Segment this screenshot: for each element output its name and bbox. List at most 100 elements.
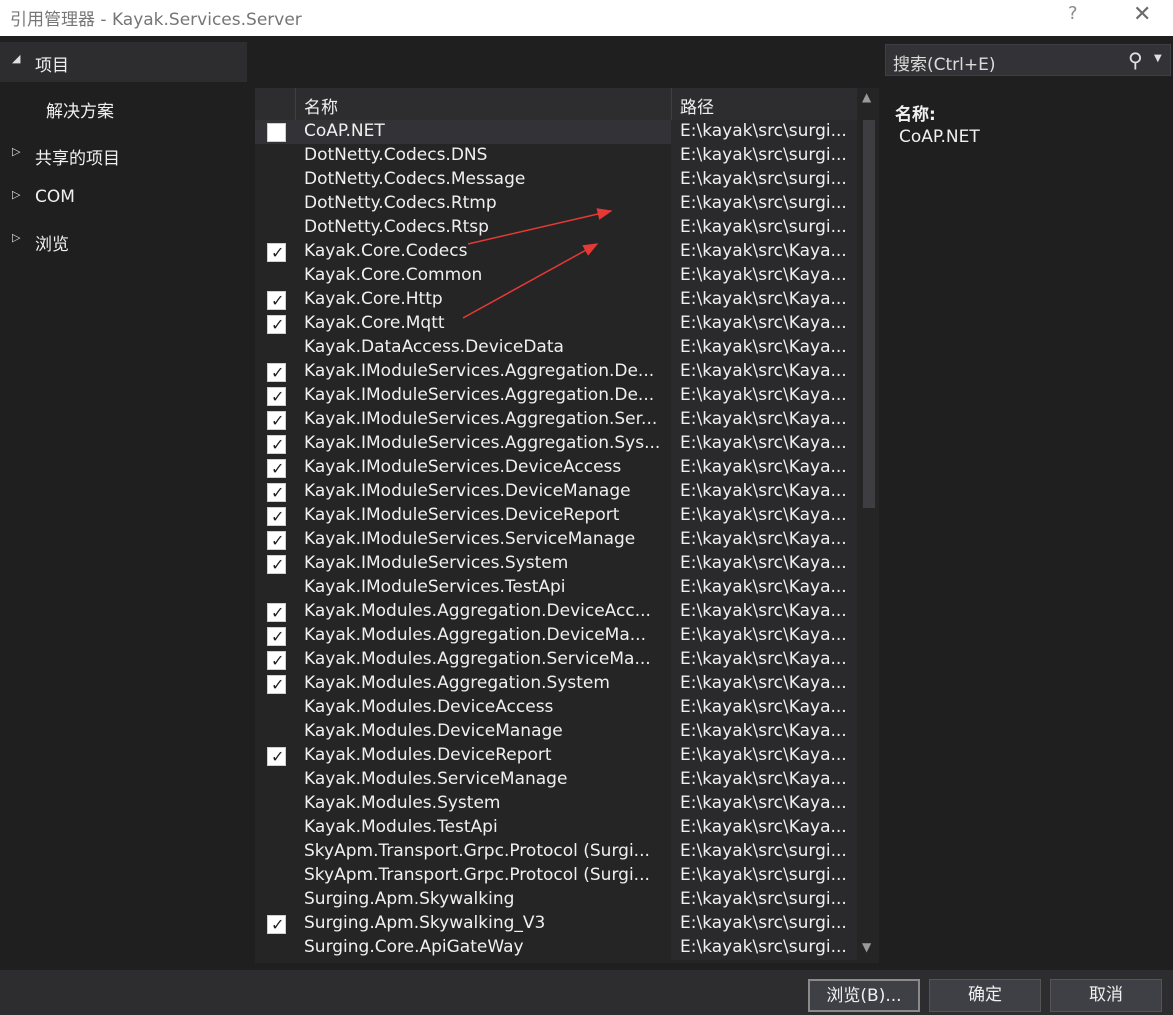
checkmark-icon: ✓: [271, 507, 285, 526]
checkmark-icon: ✓: [271, 603, 285, 622]
reference-path: E:\kayak\src\Kaya...: [680, 721, 847, 741]
column-header-path[interactable]: 路径: [680, 93, 714, 118]
help-icon[interactable]: ?: [1068, 3, 1078, 24]
column-header-name[interactable]: 名称: [304, 93, 338, 118]
scroll-down-icon[interactable]: ▼: [862, 940, 871, 954]
reference-checkbox[interactable]: ✓: [267, 291, 286, 310]
scrollbar-thumb[interactable]: [863, 120, 875, 508]
reference-checkbox[interactable]: ✓: [267, 411, 286, 430]
cancel-button[interactable]: 取消: [1050, 979, 1162, 1012]
nav-item-solution[interactable]: 解决方案: [0, 88, 247, 128]
checkmark-icon: ✓: [271, 387, 285, 406]
list-item[interactable]: ✓Kayak.Core.CommonE:\kayak\src\Kaya...: [255, 264, 857, 288]
list-item[interactable]: ✓ Kayak.IModuleServices.DeviceAccess E:\ka…: [255, 456, 857, 480]
list-item[interactable]: ✓Surging.Apm.SkywalkingE:\kayak\src\surg…: [255, 888, 857, 912]
list-item[interactable]: ✓Kayak.Modules.TestApiE:\kayak\src\Kaya.…: [255, 816, 857, 840]
reference-path-cell: E:\kayak\src\Kaya...: [671, 648, 857, 672]
title-bar: 引用管理器 - Kayak.Services.Server ? ✕: [0, 0, 1173, 36]
list-item[interactable]: ✓ CoAP.NET E:\kayak\src\surgi...: [255, 120, 857, 144]
reference-checkbox[interactable]: ✓: [267, 459, 286, 478]
reference-path: E:\kayak\src\Kaya...: [680, 457, 847, 477]
list-item[interactable]: ✓SkyApm.Transport.Grpc.Protocol (Surgi..…: [255, 840, 857, 864]
reference-checkbox[interactable]: ✓: [267, 123, 286, 142]
reference-checkbox[interactable]: ✓: [267, 363, 286, 382]
reference-checkbox[interactable]: ✓: [267, 531, 286, 550]
browse-button[interactable]: 浏览(B)...: [808, 979, 920, 1012]
reference-checkbox[interactable]: ✓: [267, 747, 286, 766]
reference-checkbox[interactable]: ✓: [267, 243, 286, 262]
list-item[interactable]: ✓ Kayak.IModuleServices.Aggregation.Ser..…: [255, 408, 857, 432]
reference-name: Kayak.IModuleServices.DeviceAccess: [304, 457, 622, 477]
list-item[interactable]: ✓ Kayak.IModuleServices.Aggregation.Sys..…: [255, 432, 857, 456]
list-item[interactable]: ✓ Kayak.Modules.Aggregation.System E:\kaya…: [255, 672, 857, 696]
list-item[interactable]: ✓Kayak.Modules.ServiceManageE:\kayak\src…: [255, 768, 857, 792]
reference-name: Kayak.Core.Codecs: [304, 241, 468, 261]
nav-item-projects[interactable]: ◢ 项目: [0, 42, 247, 82]
close-icon[interactable]: ✕: [1133, 2, 1151, 27]
vertical-scrollbar[interactable]: ▲ ▼: [857, 88, 879, 963]
reference-path-cell: E:\kayak\src\surgi...: [671, 168, 857, 192]
search-icon[interactable]: ⚲: [1128, 48, 1143, 72]
list-item[interactable]: ✓ Kayak.Modules.DeviceReport E:\kayak\src\…: [255, 744, 857, 768]
dropdown-arrow-icon[interactable]: ▼: [1154, 53, 1162, 64]
nav-item-label: COM: [35, 187, 75, 207]
list-item[interactable]: ✓ Surging.Apm.Skywalking_V3 E:\kayak\src\s…: [255, 912, 857, 936]
reference-checkbox[interactable]: ✓: [267, 507, 286, 526]
reference-path-cell: E:\kayak\src\Kaya...: [671, 264, 857, 288]
reference-checkbox[interactable]: ✓: [267, 387, 286, 406]
checkmark-icon: ✓: [271, 651, 285, 670]
list-item[interactable]: ✓ Kayak.Modules.Aggregation.DeviceMa... E:…: [255, 624, 857, 648]
list-item[interactable]: ✓DotNetty.Codecs.MessageE:\kayak\src\sur…: [255, 168, 857, 192]
reference-path: E:\kayak\src\surgi...: [680, 865, 847, 885]
list-rows: ✓CoAP.NETE:\kayak\src\surgi...✓DotNetty.…: [255, 120, 857, 960]
ok-button[interactable]: 确定: [929, 979, 1041, 1012]
reference-path-cell: E:\kayak\src\surgi...: [671, 864, 857, 888]
list-item[interactable]: ✓Kayak.DataAccess.DeviceDataE:\kayak\src…: [255, 336, 857, 360]
reference-checkbox[interactable]: ✓: [267, 627, 286, 646]
scroll-up-icon[interactable]: ▲: [862, 90, 871, 104]
list-item[interactable]: ✓Kayak.IModuleServices.TestApiE:\kayak\s…: [255, 576, 857, 600]
list-item[interactable]: ✓ Kayak.IModuleServices.System E:\kayak\sr…: [255, 552, 857, 576]
list-item[interactable]: ✓DotNetty.Codecs.DNSE:\kayak\src\surgi..…: [255, 144, 857, 168]
reference-checkbox[interactable]: ✓: [267, 555, 286, 574]
list-item[interactable]: ✓ Kayak.Core.Http E:\kayak\src\Kaya...: [255, 288, 857, 312]
list-item[interactable]: ✓ Kayak.Core.Mqtt E:\kayak\src\Kaya...: [255, 312, 857, 336]
list-item[interactable]: ✓ Kayak.IModuleServices.Aggregation.De...…: [255, 360, 857, 384]
nav-item-browse[interactable]: ▷ 浏览: [0, 221, 247, 261]
list-item[interactable]: ✓ Kayak.Modules.Aggregation.ServiceMa... E…: [255, 648, 857, 672]
list-item[interactable]: ✓Kayak.Modules.DeviceAccessE:\kayak\src\…: [255, 696, 857, 720]
reference-name: Kayak.Modules.System: [304, 793, 501, 813]
reference-path: E:\kayak\src\Kaya...: [680, 505, 847, 525]
list-item[interactable]: ✓ Kayak.Modules.Aggregation.DeviceAcc... E…: [255, 600, 857, 624]
list-item[interactable]: ✓DotNetty.Codecs.RtspE:\kayak\src\surgi.…: [255, 216, 857, 240]
reference-name: Kayak.IModuleServices.Aggregation.De...: [304, 385, 655, 405]
search-input[interactable]: 搜索(Ctrl+E): [893, 50, 996, 75]
reference-checkbox[interactable]: ✓: [267, 603, 286, 622]
reference-checkbox[interactable]: ✓: [267, 675, 286, 694]
list-item[interactable]: ✓ Kayak.IModuleServices.DeviceManage E:\ka…: [255, 480, 857, 504]
list-item[interactable]: ✓Surging.Core.ApiGateWayE:\kayak\src\sur…: [255, 936, 857, 960]
list-item[interactable]: ✓Kayak.Modules.SystemE:\kayak\src\Kaya..…: [255, 792, 857, 816]
reference-checkbox[interactable]: ✓: [267, 915, 286, 934]
column-divider[interactable]: [671, 88, 672, 120]
list-item[interactable]: ✓ Kayak.IModuleServices.Aggregation.De...…: [255, 384, 857, 408]
list-item[interactable]: ✓ Kayak.Core.Codecs E:\kayak\src\Kaya...: [255, 240, 857, 264]
reference-path: E:\kayak\src\Kaya...: [680, 265, 847, 285]
nav-item-label: 解决方案: [46, 102, 114, 122]
nav-item-shared-projects[interactable]: ▷ 共享的项目: [0, 135, 247, 175]
checkmark-icon: ✓: [271, 315, 285, 334]
search-box[interactable]: 搜索(Ctrl+E) ⚲ ▼: [885, 44, 1171, 76]
reference-path: E:\kayak\src\Kaya...: [680, 313, 847, 333]
reference-checkbox[interactable]: ✓: [267, 651, 286, 670]
reference-checkbox[interactable]: ✓: [267, 483, 286, 502]
nav-item-com[interactable]: ▷ COM: [0, 178, 247, 218]
list-item[interactable]: ✓ Kayak.IModuleServices.ServiceManage E:\k…: [255, 528, 857, 552]
list-item[interactable]: ✓ Kayak.IModuleServices.DeviceReport E:\ka…: [255, 504, 857, 528]
reference-checkbox[interactable]: ✓: [267, 315, 286, 334]
reference-path-cell: E:\kayak\src\Kaya...: [671, 336, 857, 360]
list-item[interactable]: ✓SkyApm.Transport.Grpc.Protocol (Surgi..…: [255, 864, 857, 888]
reference-checkbox[interactable]: ✓: [267, 435, 286, 454]
reference-path-cell: E:\kayak\src\surgi...: [671, 936, 857, 960]
list-item[interactable]: ✓Kayak.Modules.DeviceManageE:\kayak\src\…: [255, 720, 857, 744]
list-item[interactable]: ✓DotNetty.Codecs.RtmpE:\kayak\src\surgi.…: [255, 192, 857, 216]
